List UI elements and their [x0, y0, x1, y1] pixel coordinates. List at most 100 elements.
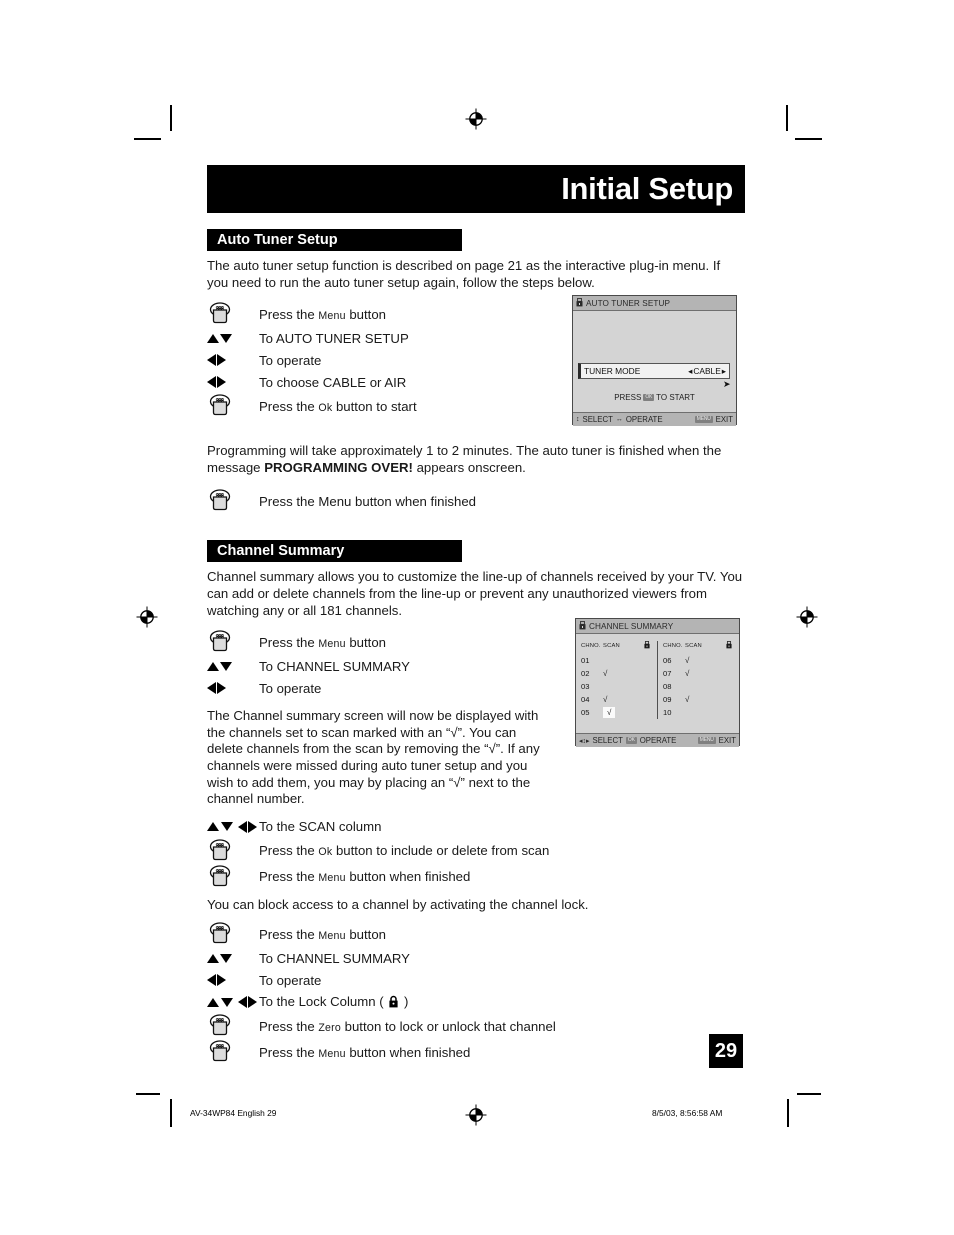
scan-cell[interactable]: √ [685, 656, 713, 665]
channel-row[interactable]: 04 √ [581, 693, 652, 706]
channel-row-selected[interactable]: 05 √ [581, 706, 652, 719]
step-label: Press the Menu button [259, 306, 387, 322]
lock-icon [388, 995, 399, 1011]
osd-body: CHNO. SCAN 01 02 √ 03 04 √ 05 √ CHNO. SCAN … [576, 634, 739, 733]
to-start-label: TO START [656, 393, 695, 402]
step-to-channel-summary: To CHANNEL SUMMARY [207, 947, 745, 969]
tuner-mode-row[interactable]: TUNER MODE ◂ CABLE ▸ [578, 363, 730, 379]
page-number-badge: 29 [709, 1034, 743, 1068]
up-down-arrows-icon: ↕ [576, 416, 580, 423]
osd-title: CHANNEL SUMMARY [589, 621, 674, 631]
channel-number: 04 [581, 695, 590, 704]
osd-title: AUTO TUNER SETUP [586, 298, 671, 308]
scan-check-icon: √ [603, 669, 608, 678]
page-title: Initial Setup [561, 171, 733, 206]
select-label: SELECT [592, 736, 623, 745]
step-label: To AUTO TUNER SETUP [259, 330, 409, 346]
section-header-auto-tuner-setup: Auto Tuner Setup [207, 229, 462, 251]
channel-number: 02 [581, 669, 590, 678]
channel-number: 08 [663, 682, 672, 691]
footer-vrule-left [170, 1099, 172, 1127]
left-right-arrows-icon [207, 354, 259, 367]
exit-label: EXIT [715, 415, 733, 424]
hand-press-button-icon [207, 864, 259, 890]
crop-mark-top-left-horizontal [134, 138, 161, 140]
operate-label: OPERATE [625, 415, 663, 424]
channel-summary-scan-steps: To the SCAN column Press the Ok button t… [207, 816, 745, 890]
channel-summary-intro-paragraph: Channel summary allows you to customize … [207, 569, 743, 618]
osd-title-bar: AUTO TUNER SETUP [573, 296, 736, 311]
osd-channel-summary: CHANNEL SUMMARY CHNO. SCAN 01 02 √ 03 04 √… [575, 618, 740, 747]
channel-row[interactable]: 07 √ [663, 667, 734, 680]
scan-cell[interactable]: √ [603, 669, 631, 678]
col-header-chno: CHNO. [581, 643, 601, 649]
programming-note-paragraph: Programming will take approximately 1 to… [207, 443, 722, 475]
channel-row[interactable]: 01 [581, 654, 652, 667]
menu-keycap-icon: MENU [694, 416, 713, 423]
step-label: Press the Menu button [259, 634, 387, 650]
hand-press-button-icon [207, 838, 259, 864]
channel-number: 10 [663, 708, 672, 717]
step-label: To operate [259, 972, 322, 988]
step-label: Press the Ok button to start [259, 398, 417, 414]
step-press-menu-when-finished: Press the Menu button when finished [207, 488, 745, 514]
osd-auto-tuner-setup: AUTO TUNER SETUP TUNER MODE ◂ CABLE ▸ ➤ … [572, 295, 737, 426]
four-way-arrows-icon: ◂↕▸ [579, 737, 590, 745]
up-down-left-right-arrows-icon [207, 820, 259, 833]
lock-icon [631, 641, 652, 651]
channel-row[interactable]: 09 √ [663, 693, 734, 706]
step-label: Press the Menu button [259, 926, 387, 942]
scan-check-icon-selected: √ [603, 707, 616, 718]
step-press-menu-when-finished: Press the Menu button when finished [207, 1039, 745, 1065]
channel-row[interactable]: 10 [663, 706, 734, 719]
channel-row[interactable]: 02 √ [581, 667, 652, 680]
up-down-arrows-icon [207, 661, 259, 671]
up-down-left-right-arrows-icon [207, 996, 259, 1009]
step-press-menu-when-finished: Press the Menu button when finished [207, 864, 745, 890]
step-press-ok-include-delete: Press the Ok button to include or delete… [207, 838, 745, 864]
ok-keycap-icon: OK [625, 737, 637, 744]
channel-number: 01 [581, 656, 590, 665]
page-number: 29 [714, 1039, 738, 1062]
exit-label: EXIT [718, 736, 736, 745]
auto-tuner-final-step-group: Press the Menu button when finished [207, 488, 745, 514]
channel-lock-steps: Press the Menu button To CHANNEL SUMMARY… [207, 921, 745, 1065]
hand-press-button-icon [207, 1013, 259, 1039]
scan-check-icon: √ [685, 656, 690, 665]
step-label: To the Lock Column ( ) [259, 993, 409, 1011]
lock-icon [576, 297, 583, 309]
osd-footer-bar: ◂↕▸ SELECT OK OPERATE MENU EXIT [576, 733, 739, 747]
next-arrow-icon[interactable]: ▸ [722, 366, 726, 376]
scan-cell[interactable]: √ [603, 707, 631, 718]
up-down-arrows-icon [207, 953, 259, 963]
scan-cell[interactable]: √ [685, 669, 713, 678]
channel-row[interactable]: 03 [581, 680, 652, 693]
channel-row[interactable]: 06 √ [663, 654, 734, 667]
cursor-pointer-icon: ➤ [723, 379, 731, 389]
registration-mark-bottom-center [465, 1104, 487, 1126]
channel-number: 07 [663, 669, 672, 678]
step-to-lock-column: To the Lock Column ( ) [207, 991, 745, 1013]
hand-press-button-icon [207, 629, 259, 655]
registration-mark-right [796, 606, 818, 628]
channel-column-left: CHNO. SCAN 01 02 √ 03 04 √ 05 √ [581, 641, 652, 733]
prev-arrow-icon[interactable]: ◂ [688, 366, 692, 376]
left-right-arrows-icon [207, 376, 259, 389]
tuner-mode-value-group[interactable]: ◂ CABLE ▸ [688, 366, 726, 376]
channel-row[interactable]: 08 [663, 680, 734, 693]
operate-label: OPERATE [639, 736, 677, 745]
scan-check-icon: √ [685, 695, 690, 704]
scan-cell[interactable]: √ [685, 695, 713, 704]
channel-number: 09 [663, 695, 672, 704]
crop-mark-top-right-horizontal [795, 138, 822, 140]
registration-mark-top-center [465, 108, 487, 130]
channel-lock-paragraph: You can block access to a channel by act… [207, 896, 589, 912]
step-label: Press the Menu button when finished [259, 869, 471, 885]
left-right-arrows-icon [207, 974, 259, 987]
step-label: To CHANNEL SUMMARY [259, 658, 410, 674]
step-label: To operate [259, 680, 322, 696]
step-label: To choose CABLE or AIR [259, 374, 407, 390]
scan-cell[interactable]: √ [603, 695, 631, 704]
channel-column-right: CHNO. SCAN 06 √ 07 √ 08 09 √ 10 [663, 641, 734, 733]
step-label: To CHANNEL SUMMARY [259, 950, 410, 966]
